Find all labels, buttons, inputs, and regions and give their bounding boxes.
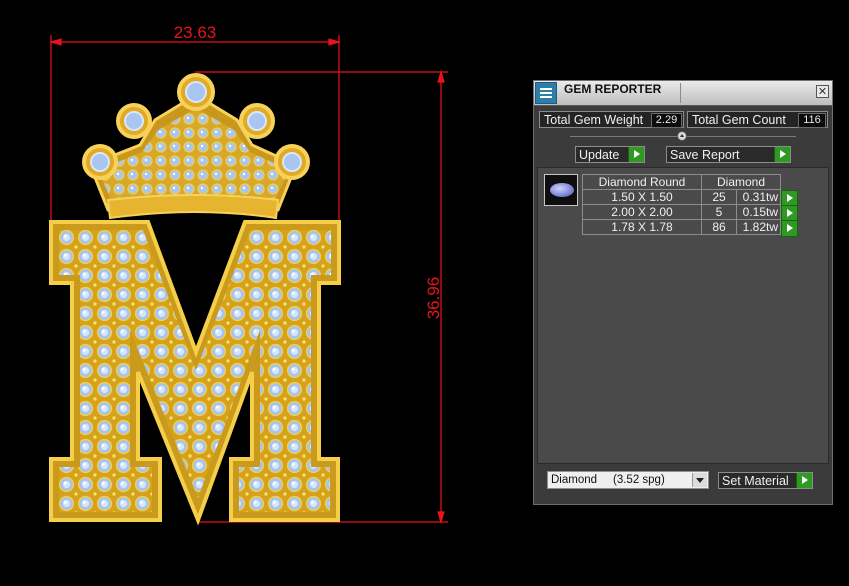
diamond-round-gem-icon[interactable]: [544, 174, 578, 206]
update-button-label: Update: [579, 148, 620, 162]
set-material-button[interactable]: Set Material: [718, 472, 813, 489]
gem-list-area: Diamond Round Diamond 1.50 X 1.50 25 0.3…: [537, 167, 829, 464]
total-gem-count-label: Total Gem Count: [692, 113, 786, 127]
title-bar[interactable]: GEM REPORTER ✕: [534, 81, 832, 106]
close-icon[interactable]: ✕: [816, 85, 829, 98]
table-header-row: Diamond Round Diamond: [582, 174, 796, 190]
gem-count: 5: [701, 204, 737, 220]
gem-table: Diamond Round Diamond 1.50 X 1.50 25 0.3…: [582, 174, 798, 237]
gem-size: 1.78 X 1.78: [582, 219, 702, 235]
select-row-play-icon[interactable]: [781, 219, 798, 237]
total-gem-count-value: 116: [798, 113, 826, 128]
material-select[interactable]: Diamond (3.52 spg): [547, 471, 709, 489]
crown-shape: [82, 73, 310, 220]
save-report-button-label: Save Report: [670, 148, 740, 162]
total-gem-count-box: Total Gem Count 116: [687, 111, 828, 128]
table-row[interactable]: 1.50 X 1.50 25 0.31tw: [582, 189, 798, 207]
gem-weight: 0.31tw: [736, 189, 781, 205]
height-dimension-label: 36.96: [424, 277, 443, 320]
material-select-value: Diamond (3.52 spg): [551, 474, 665, 486]
play-icon: [628, 147, 644, 162]
gem-weight: 0.15tw: [736, 204, 781, 220]
save-report-button[interactable]: Save Report: [666, 146, 791, 163]
panel-title: GEM REPORTER: [564, 82, 662, 96]
table-header-cut: Diamond Round: [582, 174, 702, 190]
collapse-toggle-icon[interactable]: [677, 131, 687, 141]
table-header-material: Diamond: [701, 174, 781, 190]
play-icon: [774, 147, 790, 162]
title-divider: [680, 83, 681, 103]
gem-count: 86: [701, 219, 737, 235]
total-gem-weight-value: 2.29: [651, 113, 682, 128]
table-row[interactable]: 2.00 X 2.00 5 0.15tw: [582, 204, 798, 222]
total-gem-weight-label: Total Gem Weight: [544, 113, 644, 127]
letter-m-shape: [49, 220, 341, 526]
width-dimension-label: 23.63: [174, 23, 217, 42]
gem-reporter-panel: GEM REPORTER ✕ Total Gem Weight 2.29 Tot…: [533, 80, 833, 505]
gem-reporter-app-icon: [535, 82, 557, 104]
table-row[interactable]: 1.78 X 1.78 86 1.82tw: [582, 219, 798, 237]
gem-size: 2.00 X 2.00: [582, 204, 702, 220]
chevron-down-icon[interactable]: [692, 473, 707, 487]
total-gem-weight-box: Total Gem Weight 2.29: [539, 111, 684, 128]
gem-weight: 1.82tw: [736, 219, 781, 235]
set-material-button-label: Set Material: [722, 474, 789, 488]
play-icon: [796, 473, 812, 488]
gem-count: 25: [701, 189, 737, 205]
update-button[interactable]: Update: [575, 146, 645, 163]
gem-size: 1.50 X 1.50: [582, 189, 702, 205]
